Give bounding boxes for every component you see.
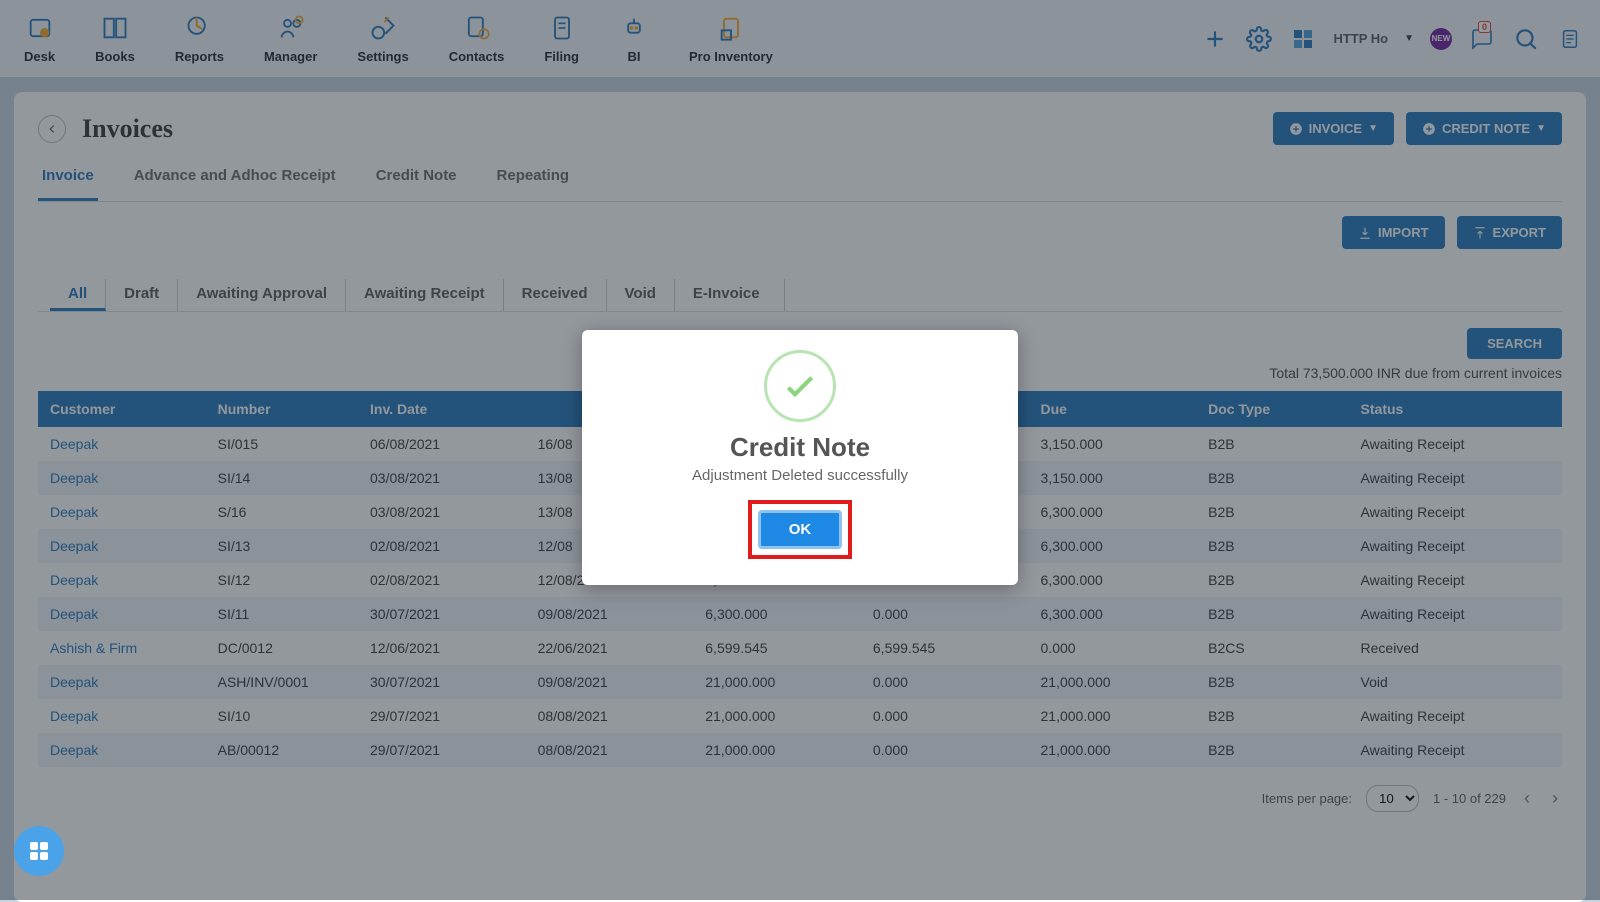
success-check-icon xyxy=(764,350,836,422)
modal: Credit Note Adjustment Deleted successfu… xyxy=(582,330,1018,585)
ok-highlight-box: OK xyxy=(748,500,853,559)
modal-message: Adjustment Deleted successfully xyxy=(612,467,988,484)
modal-title: Credit Note xyxy=(612,432,988,463)
launcher-widget[interactable] xyxy=(14,826,64,876)
ok-button[interactable]: OK xyxy=(758,510,843,549)
